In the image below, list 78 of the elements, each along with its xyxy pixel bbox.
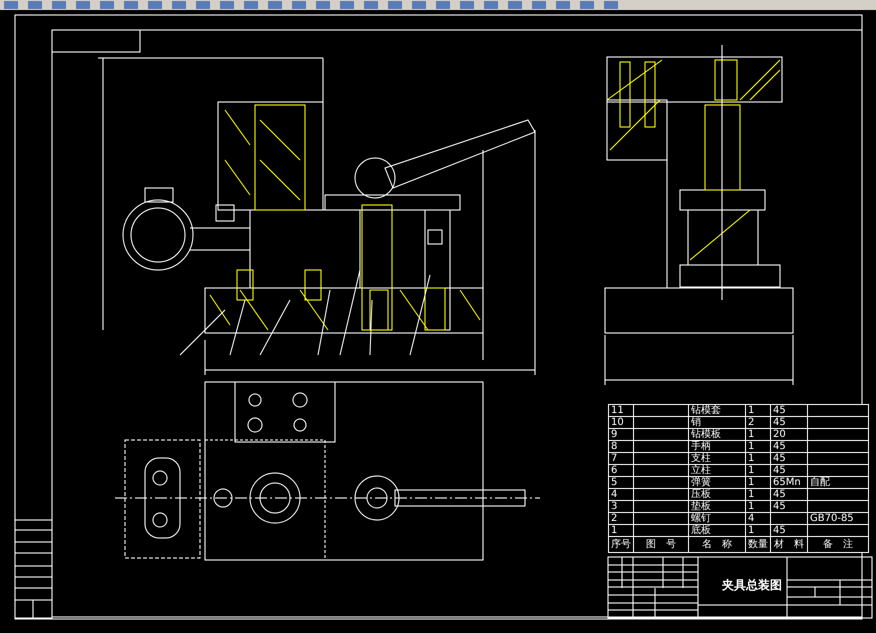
toolbar-icon[interactable]	[172, 1, 186, 9]
toolbar-icon[interactable]	[100, 1, 114, 9]
table-cell: 45	[773, 501, 786, 512]
table-cell: 65Mn	[773, 477, 801, 488]
table-cell: 立柱	[688, 464, 746, 476]
column-header: 名 称	[688, 536, 746, 552]
table-cell: 1	[746, 440, 770, 452]
column-header: 数量	[746, 536, 770, 552]
table-cell: 3	[608, 500, 634, 512]
column-header: 图 号	[634, 536, 688, 552]
table-cell: 4	[608, 488, 634, 500]
column-header: 材 料	[770, 536, 808, 552]
toolbar-icon[interactable]	[292, 1, 306, 9]
table-cell: 1	[746, 404, 770, 416]
table-cell: 11	[608, 404, 634, 416]
table-cell: 钻模套	[688, 404, 746, 416]
column-header: 序号	[608, 536, 634, 552]
table-cell: 1	[746, 524, 770, 536]
toolbar-icon[interactable]	[580, 1, 594, 9]
table-cell: 弹簧	[688, 476, 746, 488]
toolbar-icon[interactable]	[124, 1, 138, 9]
table-cell: 8	[608, 440, 634, 452]
table-cell: 1	[746, 488, 770, 500]
table-cell: 钻模板	[688, 428, 746, 440]
toolbar-icon[interactable]	[52, 1, 66, 9]
table-cell: 10	[608, 416, 634, 428]
table-cell: 2	[608, 512, 634, 524]
toolbar-icon[interactable]	[4, 1, 18, 9]
table-cell: 2	[746, 416, 770, 428]
table-cell: 4	[746, 512, 770, 524]
table-cell: 20	[773, 429, 786, 440]
toolbar-icon[interactable]	[484, 1, 498, 9]
table-cell: 压板	[688, 488, 746, 500]
toolbar-icon[interactable]	[268, 1, 282, 9]
table-cell: GB70-85	[810, 513, 854, 524]
table-cell: 9	[608, 428, 634, 440]
table-cell: 手柄	[688, 440, 746, 452]
table-cell: 1	[746, 476, 770, 488]
table-cell: 45	[773, 405, 786, 416]
table-cell: 1	[746, 500, 770, 512]
table-cell: 支柱	[688, 452, 746, 464]
table-cell: 45	[773, 441, 786, 452]
table-cell: 1	[746, 428, 770, 440]
toolbar-icon[interactable]	[340, 1, 354, 9]
table-cell: 45	[773, 417, 786, 428]
toolbar-icon[interactable]	[196, 1, 210, 9]
toolbar-icon[interactable]	[316, 1, 330, 9]
table-cell: 45	[773, 453, 786, 464]
table-cell: 自配	[810, 477, 830, 488]
table-cell: 7	[608, 452, 634, 464]
table-cell: 底板	[688, 524, 746, 536]
toolbar-icon[interactable]	[220, 1, 234, 9]
toolbar-icon[interactable]	[436, 1, 450, 9]
table-cell: 垫板	[688, 500, 746, 512]
table-cell: 5	[608, 476, 634, 488]
toolbar-icon[interactable]	[460, 1, 474, 9]
table-cell: 1	[746, 464, 770, 476]
drawing-title: 夹具总装图	[722, 577, 782, 594]
table-cell: 45	[773, 489, 786, 500]
table-cell: 45	[773, 525, 786, 536]
toolbar-icon[interactable]	[76, 1, 90, 9]
table-cell: 销	[688, 416, 746, 428]
toolbar-icon[interactable]	[532, 1, 546, 9]
toolbar-icon[interactable]	[508, 1, 522, 9]
toolbar-icon[interactable]	[148, 1, 162, 9]
table-cell: 1	[608, 524, 634, 536]
toolbar-icon[interactable]	[364, 1, 378, 9]
toolbar-icon[interactable]	[556, 1, 570, 9]
toolbar-icon[interactable]	[244, 1, 258, 9]
column-header: 备 注	[808, 536, 868, 552]
toolbar-icon[interactable]	[388, 1, 402, 9]
toolbar-icon[interactable]	[604, 1, 618, 9]
toolbar-icon[interactable]	[28, 1, 42, 9]
table-cell: 45	[773, 465, 786, 476]
toolbar-icon[interactable]	[412, 1, 426, 9]
table-cell: 6	[608, 464, 634, 476]
table-cell: 1	[746, 452, 770, 464]
table-cell: 螺钉	[688, 512, 746, 524]
